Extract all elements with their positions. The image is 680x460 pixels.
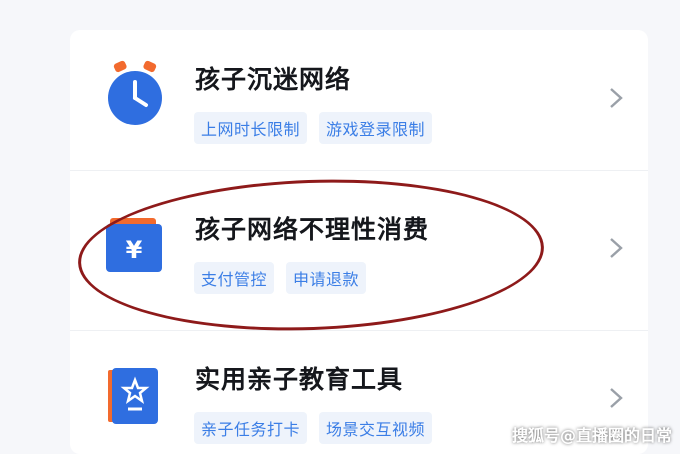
chevron-right-icon[interactable] bbox=[604, 86, 628, 110]
divider bbox=[70, 170, 648, 171]
tag: 支付管控 bbox=[194, 262, 275, 294]
chevron-right-icon[interactable] bbox=[604, 386, 628, 410]
wallet-yen-icon: ¥ bbox=[106, 218, 162, 272]
tag-group: 亲子任务打卡 场景交互视频 bbox=[194, 412, 433, 444]
tag: 上网时长限制 bbox=[194, 112, 308, 144]
item-title: 孩子网络不理性消费 bbox=[195, 215, 430, 244]
item-title: 孩子沉迷网络 bbox=[195, 65, 352, 94]
list-item-internet-addiction[interactable]: 孩子沉迷网络 上网时长限制 游戏登录限制 bbox=[70, 40, 648, 160]
tag: 场景交互视频 bbox=[319, 412, 433, 444]
tag: 亲子任务打卡 bbox=[194, 412, 308, 444]
star-book-icon bbox=[108, 368, 158, 424]
svg-text:¥: ¥ bbox=[126, 236, 143, 264]
item-title: 实用亲子教育工具 bbox=[195, 365, 404, 394]
watermark: 搜狐号@直播圈的日常 bbox=[511, 426, 672, 445]
tag-group: 支付管控 申请退款 bbox=[194, 262, 367, 294]
tag: 游戏登录限制 bbox=[319, 112, 433, 144]
divider bbox=[70, 330, 648, 331]
alarm-clock-icon bbox=[108, 60, 162, 125]
tag: 申请退款 bbox=[286, 262, 367, 294]
chevron-right-icon[interactable] bbox=[604, 236, 628, 260]
list-item-irrational-spending[interactable]: ¥ 孩子网络不理性消费 支付管控 申请退款 bbox=[70, 190, 648, 310]
tag-group: 上网时长限制 游戏登录限制 bbox=[194, 112, 433, 144]
